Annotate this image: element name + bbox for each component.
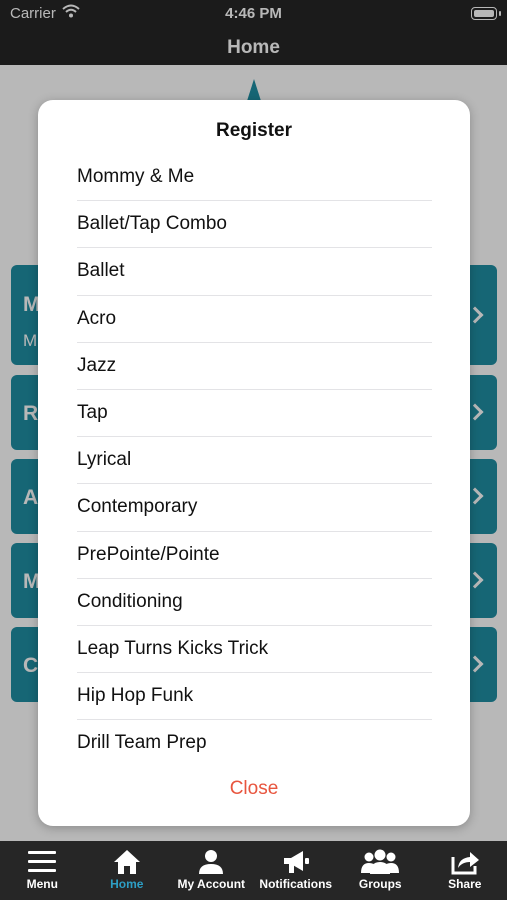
- close-button[interactable]: Close: [38, 778, 470, 800]
- register-option[interactable]: Hip Hop Funk: [77, 673, 432, 721]
- hamburger-icon: [0, 841, 85, 875]
- register-option[interactable]: Contemporary: [77, 484, 432, 532]
- tab-bar: Menu Home My Account Notifications Group…: [0, 841, 507, 900]
- register-option[interactable]: Tap: [77, 390, 432, 438]
- tab-label: Share: [448, 877, 482, 891]
- register-option[interactable]: Ballet: [77, 248, 432, 296]
- group-icon: [338, 841, 423, 875]
- tab-my-account[interactable]: My Account: [169, 841, 254, 900]
- register-modal: Register Mommy & Me Ballet/Tap Combo Bal…: [38, 100, 470, 826]
- tab-home[interactable]: Home: [85, 841, 170, 900]
- modal-title: Register: [215, 120, 293, 141]
- register-option[interactable]: Lyrical: [77, 437, 432, 485]
- tab-label: Groups: [358, 877, 402, 891]
- tab-menu[interactable]: Menu: [0, 841, 85, 900]
- register-option-list: Mommy & Me Ballet/Tap Combo Ballet Acro …: [77, 154, 432, 767]
- register-option[interactable]: PrePointe/Pointe: [77, 532, 432, 579]
- register-option[interactable]: Jazz: [77, 343, 432, 390]
- tab-groups[interactable]: Groups: [338, 841, 423, 900]
- home-icon: [85, 841, 170, 875]
- tab-label: Menu: [26, 877, 58, 891]
- tab-label: My Account: [177, 877, 246, 891]
- share-icon: [423, 841, 507, 875]
- register-option[interactable]: Acro: [77, 296, 432, 343]
- register-option[interactable]: Drill Team Prep: [77, 720, 432, 767]
- register-option[interactable]: Ballet/Tap Combo: [77, 201, 432, 249]
- user-icon: [169, 841, 254, 875]
- tab-share[interactable]: Share: [423, 841, 507, 900]
- register-option[interactable]: Conditioning: [77, 579, 432, 626]
- register-option[interactable]: Leap Turns Kicks Trick: [77, 626, 432, 674]
- tab-label: Notifications: [259, 877, 333, 891]
- tab-label: Home: [110, 877, 144, 891]
- megaphone-icon: [254, 841, 339, 875]
- tab-notifications[interactable]: Notifications: [254, 841, 339, 900]
- register-option[interactable]: Mommy & Me: [77, 154, 432, 202]
